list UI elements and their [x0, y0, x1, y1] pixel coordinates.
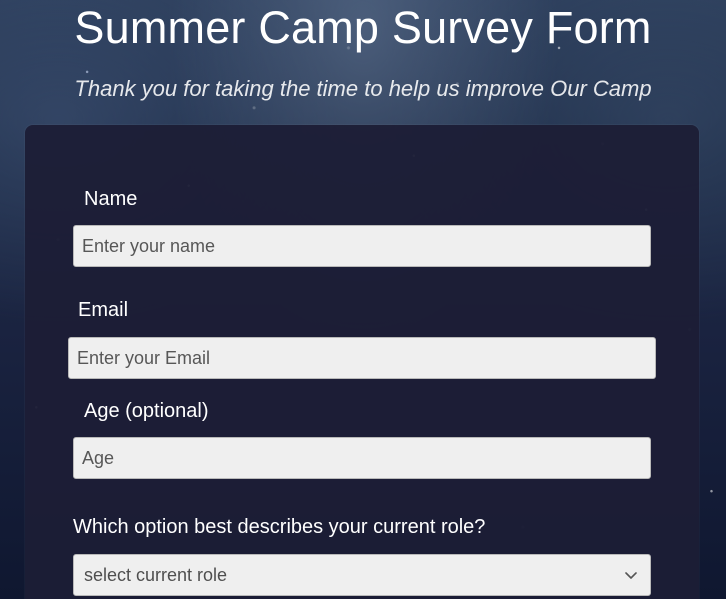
email-input[interactable] [68, 337, 656, 379]
page-subtitle: Thank you for taking the time to help us… [74, 76, 652, 101]
page-header: Summer Camp Survey Form Thank you for ta… [0, 0, 726, 101]
role-select[interactable]: select current role [73, 554, 651, 596]
role-label: Which option best describes your current… [73, 516, 486, 538]
name-label: Name [84, 188, 138, 210]
email-label: Email [78, 299, 129, 321]
survey-form-card: Name Email Age (optional) Which option b… [25, 125, 699, 599]
age-input[interactable] [73, 437, 651, 479]
chevron-down-icon [622, 566, 640, 584]
age-label: Age (optional) [84, 400, 209, 422]
name-input[interactable] [73, 225, 651, 267]
page-title: Summer Camp Survey Form [74, 2, 652, 53]
role-select-value: select current role [84, 565, 228, 585]
